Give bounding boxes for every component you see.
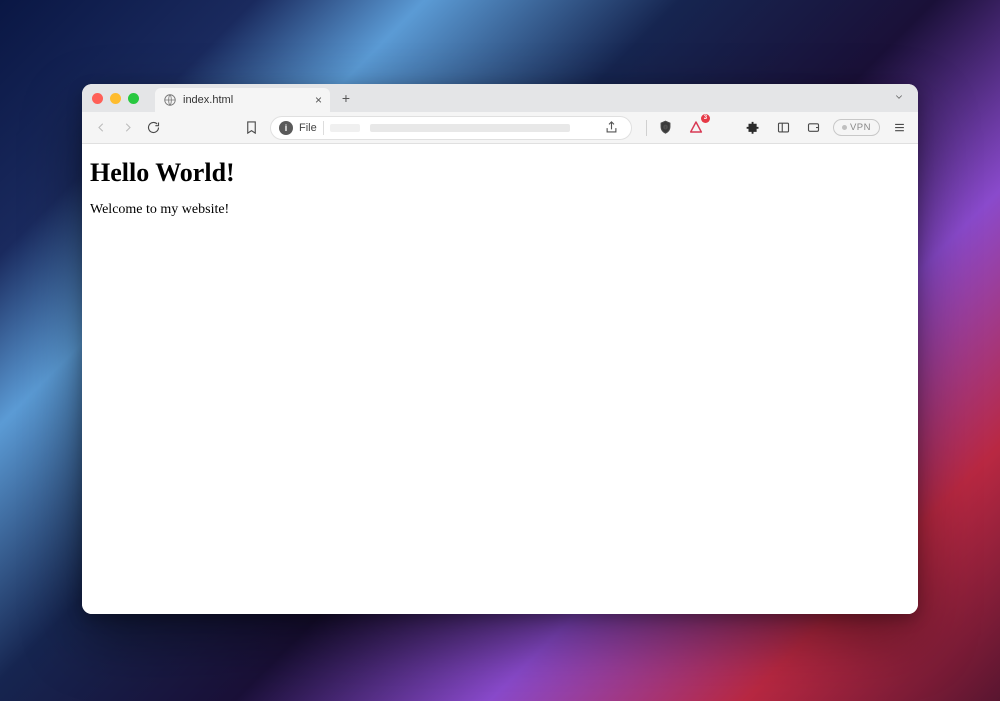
window-minimize-button[interactable] — [110, 93, 121, 104]
vpn-button[interactable]: VPN — [833, 119, 880, 136]
address-divider — [323, 121, 324, 135]
brave-rewards-icon[interactable]: 3 — [685, 117, 707, 139]
nav-buttons — [90, 117, 164, 139]
reload-button[interactable] — [142, 117, 164, 139]
extensions-button[interactable] — [743, 117, 765, 139]
address-bar[interactable]: i File — [270, 116, 632, 140]
globe-icon — [163, 93, 177, 107]
tabs-overflow-button[interactable] — [888, 91, 910, 105]
app-menu-button[interactable] — [888, 117, 910, 139]
forward-button[interactable] — [116, 117, 138, 139]
window-controls — [92, 93, 139, 104]
sidebar-toggle-button[interactable] — [773, 117, 795, 139]
navigation-toolbar: i File 3 — [82, 112, 918, 144]
wallet-button[interactable] — [803, 117, 825, 139]
browser-window: index.html × + i File — [82, 84, 918, 614]
page-paragraph: Welcome to my website! — [90, 202, 910, 218]
new-tab-button[interactable]: + — [336, 88, 356, 108]
window-maximize-button[interactable] — [128, 93, 139, 104]
tab-close-button[interactable]: × — [315, 94, 322, 106]
toolbar-right: 3 VPN — [646, 117, 910, 139]
site-info-icon[interactable]: i — [279, 121, 293, 135]
window-close-button[interactable] — [92, 93, 103, 104]
share-button[interactable] — [601, 117, 623, 139]
brave-shields-icon[interactable] — [655, 117, 677, 139]
page-heading: Hello World! — [90, 158, 910, 188]
tab-strip: index.html × + — [82, 84, 918, 112]
vpn-label: VPN — [850, 122, 871, 133]
toolbar-divider — [646, 120, 647, 136]
rewards-badge: 3 — [701, 114, 710, 123]
url-text-redacted — [370, 124, 570, 132]
browser-tab[interactable]: index.html × — [155, 88, 330, 112]
url-text-redacted — [330, 124, 360, 132]
back-button[interactable] — [90, 117, 112, 139]
bookmark-button[interactable] — [240, 117, 262, 139]
url-scheme-label: File — [299, 122, 317, 134]
tab-title: index.html — [183, 94, 309, 106]
vpn-status-dot — [842, 125, 847, 130]
page-viewport: Hello World! Welcome to my website! — [82, 144, 918, 614]
